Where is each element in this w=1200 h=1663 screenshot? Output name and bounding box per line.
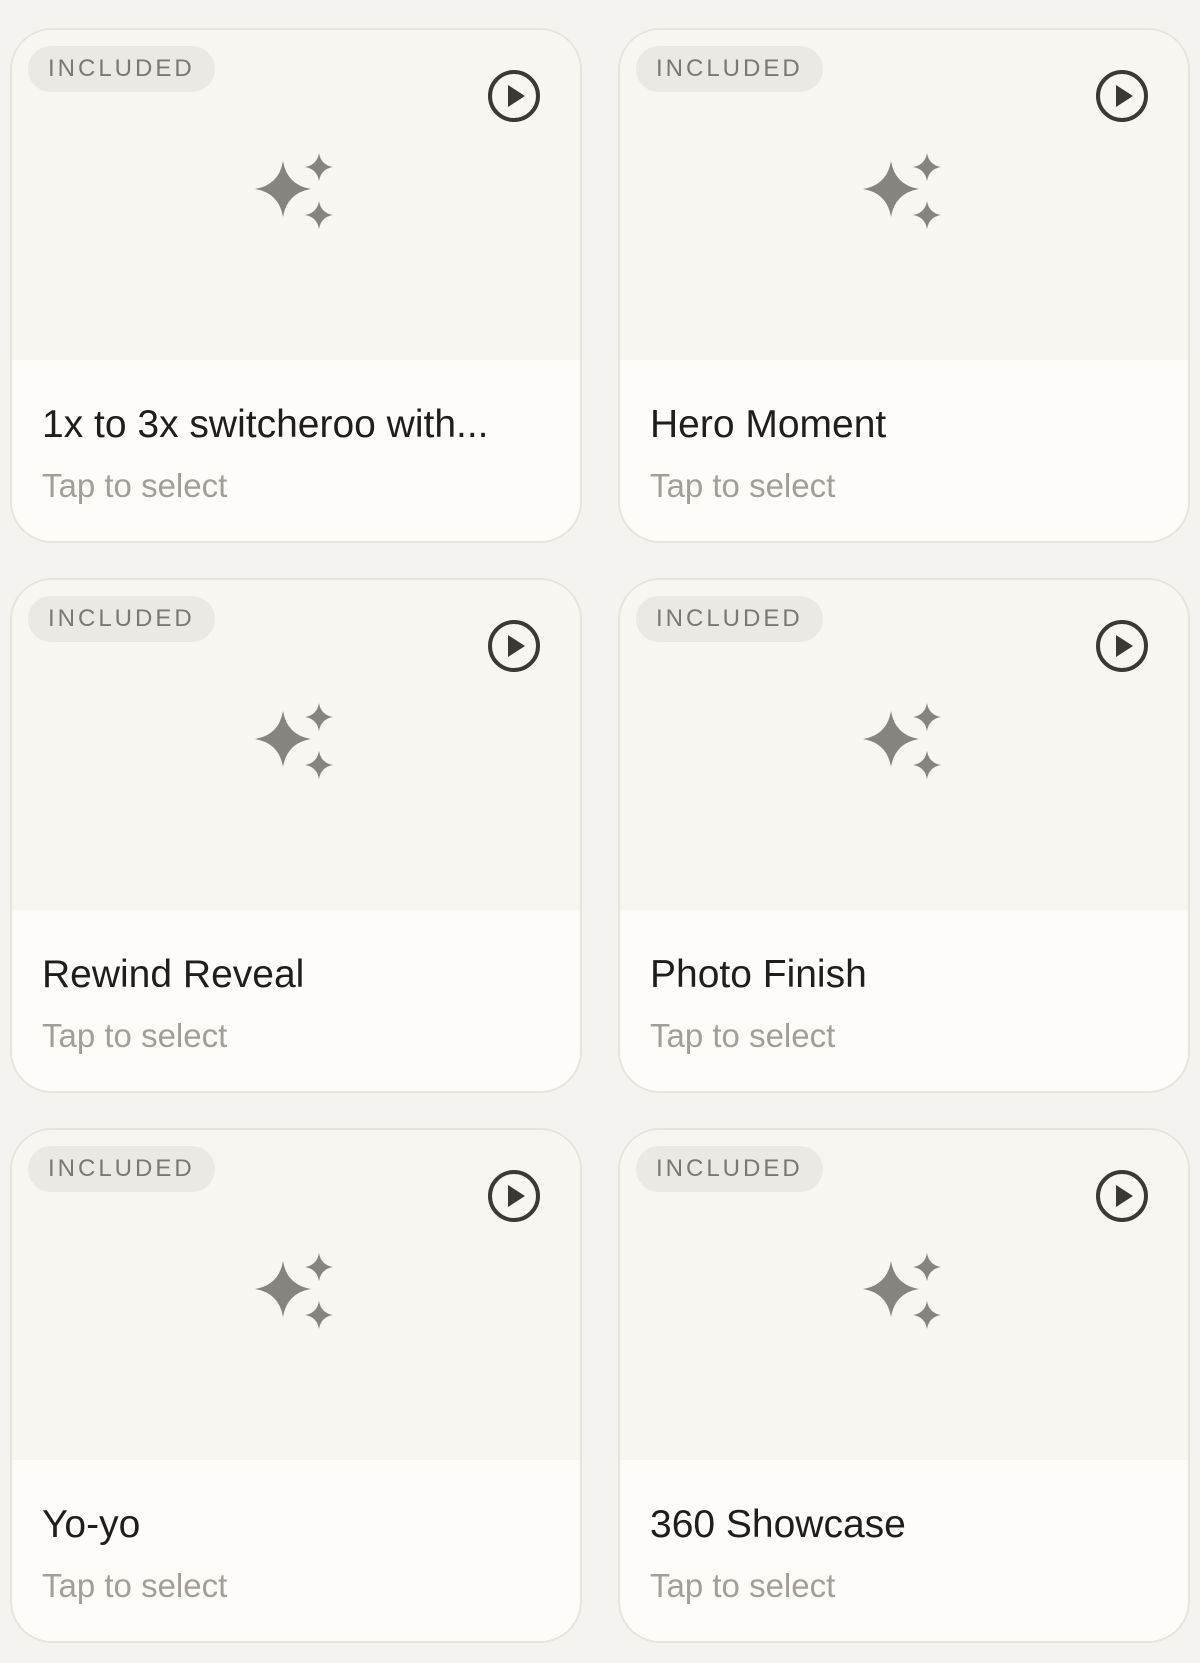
card-subtitle: Tap to select [42,1017,228,1054]
card-subtitle: Tap to select [42,467,228,504]
play-circle-icon[interactable] [1094,68,1150,124]
card-subtitle: Tap to select [650,1017,836,1054]
card-info: 360 Showcase Tap to select [620,1460,1188,1641]
card-title: 1x to 3x switcheroo with... [42,403,489,446]
effect-card[interactable]: INCLUDED 360 Showcase Tap to select [618,1128,1190,1643]
card-title: Hero Moment [650,403,887,446]
sparkles-icon [863,703,941,779]
effect-card[interactable]: INCLUDED Hero Moment Tap to select [618,28,1190,543]
card-thumbnail: INCLUDED [12,1130,580,1460]
card-info: Hero Moment Tap to select [620,360,1188,541]
card-subtitle: Tap to select [650,1567,836,1604]
effect-card[interactable]: INCLUDED Rewind Reveal Tap to select [10,578,582,1093]
play-circle-icon[interactable] [486,1168,542,1224]
card-title: Yo-yo [42,1503,141,1546]
sparkles-icon [255,153,333,229]
card-subtitle: Tap to select [42,1567,228,1604]
card-title: 360 Showcase [650,1503,906,1546]
card-info: Photo Finish Tap to select [620,910,1188,1091]
sparkles-icon [863,1253,941,1329]
card-info: Yo-yo Tap to select [12,1460,580,1641]
card-info: 1x to 3x switcheroo with... Tap to selec… [12,360,580,541]
play-circle-icon[interactable] [1094,618,1150,674]
included-badge: INCLUDED [28,46,215,92]
card-subtitle: Tap to select [650,467,836,504]
effects-grid: INCLUDED 1x to 3x switcheroo with... Tap… [0,0,1200,1663]
play-circle-icon[interactable] [486,618,542,674]
card-thumbnail: INCLUDED [12,30,580,360]
sparkles-icon [255,1253,333,1329]
sparkles-icon [863,153,941,229]
included-badge: INCLUDED [28,1146,215,1192]
card-title: Photo Finish [650,953,867,996]
included-badge: INCLUDED [636,46,823,92]
play-circle-icon[interactable] [1094,1168,1150,1224]
included-badge: INCLUDED [636,596,823,642]
card-info: Rewind Reveal Tap to select [12,910,580,1091]
sparkles-icon [255,703,333,779]
play-circle-icon[interactable] [486,68,542,124]
effect-card[interactable]: INCLUDED Yo-yo Tap to select [10,1128,582,1643]
card-thumbnail: INCLUDED [620,30,1188,360]
included-badge: INCLUDED [28,596,215,642]
card-thumbnail: INCLUDED [12,580,580,910]
effect-card[interactable]: INCLUDED 1x to 3x switcheroo with... Tap… [10,28,582,543]
effect-card[interactable]: INCLUDED Photo Finish Tap to select [618,578,1190,1093]
card-thumbnail: INCLUDED [620,1130,1188,1460]
card-title: Rewind Reveal [42,953,305,996]
included-badge: INCLUDED [636,1146,823,1192]
card-thumbnail: INCLUDED [620,580,1188,910]
